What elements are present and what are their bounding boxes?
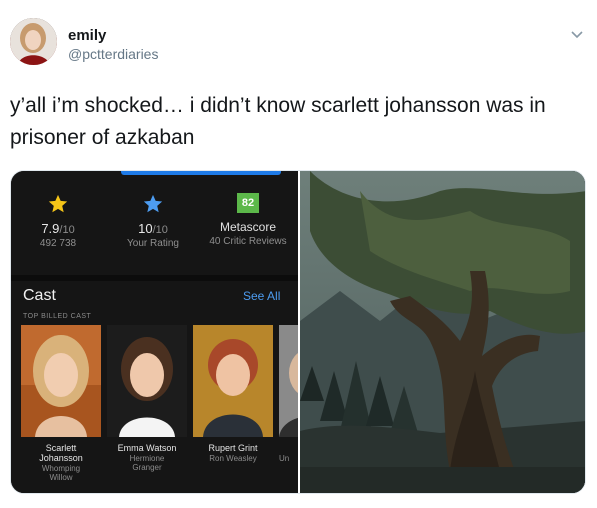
metascore[interactable]: 82 Metascore 40 Critic Reviews	[203, 193, 293, 247]
critic-reviews: 40 Critic Reviews	[209, 236, 287, 247]
imdb-score: 7.9	[41, 221, 60, 236]
cast-name: Emma Watson	[117, 443, 177, 453]
metascore-label: Metascore	[219, 220, 277, 234]
chevron-down-icon[interactable]	[570, 27, 584, 41]
your-rating-label: Your Rating	[127, 238, 179, 249]
imdb-score-max: /10	[59, 224, 75, 236]
top-billed-cast-label: TOP BILLED CAST	[23, 313, 92, 320]
cast-role: Ron Weasley	[209, 454, 257, 463]
avatar[interactable]	[10, 18, 57, 65]
cast-heading: Cast	[23, 287, 56, 304]
cast-role: Whomping Willow	[41, 464, 81, 482]
cast-photo	[21, 325, 101, 437]
star-blue-icon[interactable]	[142, 193, 164, 215]
top-accent-bar	[121, 171, 281, 175]
cast-photo	[193, 325, 273, 437]
tweet: emily @pctterdiaries y’all i’m shocked… …	[0, 0, 597, 508]
imdb-screenshot: 7.9/10 492 738 10/10 Your Rating 82 Meta…	[11, 171, 298, 493]
user-handle[interactable]: @pctterdiaries	[68, 46, 158, 62]
display-name[interactable]: emily	[68, 27, 106, 44]
star-gold-icon	[48, 194, 68, 213]
tweet-text: y’all i’m shocked… i didn’t know scarlet…	[10, 94, 546, 149]
cast-photo	[107, 325, 187, 437]
user-score-max: /10	[152, 224, 168, 236]
cast-card[interactable]: Un	[279, 325, 298, 463]
imdb-rating: 7.9/10 492 738	[13, 193, 103, 249]
cast-name: Scarlett Johansson	[39, 443, 83, 463]
cast-name: Rupert Grint	[208, 443, 258, 453]
see-all-link[interactable]: See All	[243, 289, 280, 303]
cast-role: Hermione Granger	[129, 454, 165, 472]
metascore-badge: 82	[237, 193, 259, 213]
media-attachment[interactable]: 7.9/10 492 738 10/10 Your Rating 82 Meta…	[10, 170, 586, 494]
whomping-willow-photo	[300, 171, 585, 493]
vote-count: 492 738	[39, 238, 77, 249]
section-divider	[11, 275, 298, 281]
your-rating[interactable]: 10/10 Your Rating	[108, 193, 198, 249]
cast-card[interactable]: Emma Watson Hermione Granger	[107, 325, 187, 472]
cast-photo	[279, 325, 298, 437]
user-score: 10	[138, 221, 153, 236]
cast-card[interactable]: Rupert Grint Ron Weasley	[193, 325, 273, 463]
cast-card[interactable]: Scarlett Johansson Whomping Willow	[21, 325, 101, 482]
cast-role: Un	[279, 454, 290, 463]
